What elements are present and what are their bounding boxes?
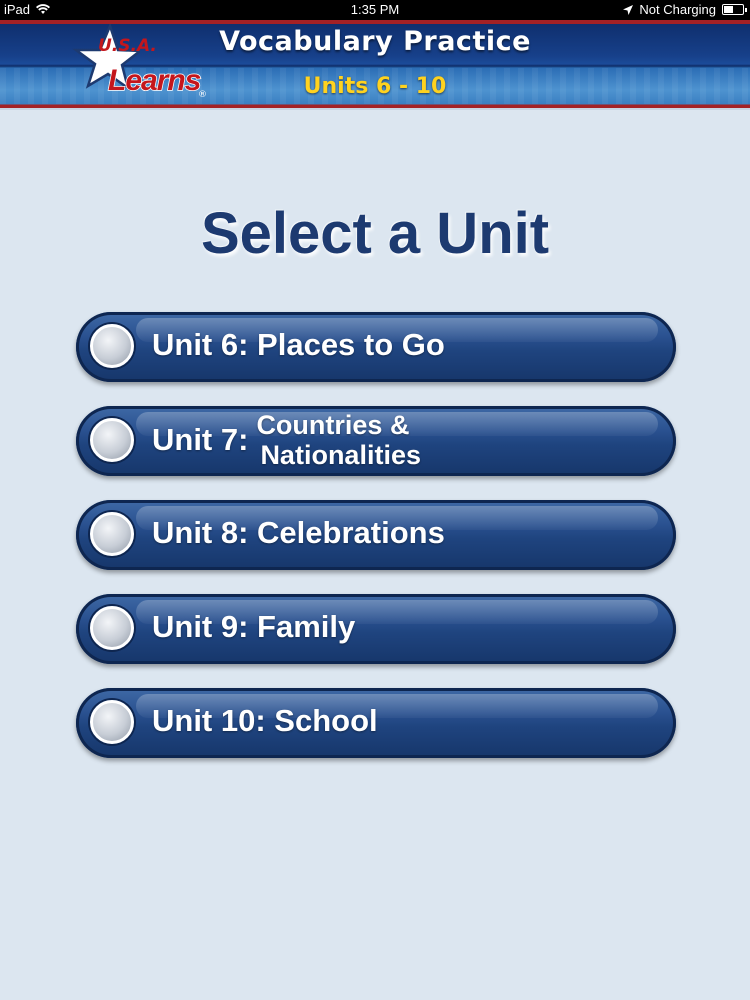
charging-status: Not Charging <box>639 2 716 17</box>
unit-6-button[interactable]: Unit 6: Places to Go <box>76 312 676 382</box>
radio-circle-icon <box>90 324 134 368</box>
radio-circle-icon <box>90 700 134 744</box>
unit-7-button[interactable]: Unit 7: Countries & Nationalities <box>76 406 676 476</box>
logo-registered-mark: ® <box>198 90 207 100</box>
unit-7-line-2: Nationalities <box>260 440 421 470</box>
battery-icon <box>722 4 747 15</box>
unit-8-label: Unit 8: Celebrations <box>152 515 445 550</box>
location-arrow-icon <box>623 4 634 15</box>
unit-7-line-1: Countries & <box>256 410 410 440</box>
logo-usa-text: U.S.A. <box>98 36 157 56</box>
unit-7-prefix: Unit 7: <box>152 422 249 457</box>
unit-10-button[interactable]: Unit 10: School <box>76 688 676 758</box>
status-bar: iPad 1:35 PM Not Charging <box>0 0 750 20</box>
radio-circle-icon <box>90 512 134 556</box>
radio-circle-icon <box>90 606 134 650</box>
page-title: Select a Unit <box>200 201 550 266</box>
unit-10-label: Unit 10: School <box>152 703 378 738</box>
unit-9-label: Unit 9: Family <box>152 609 356 644</box>
unit-6-label: Unit 6: Places to Go <box>152 327 445 362</box>
status-right: Not Charging <box>623 2 747 17</box>
logo-learns-text: Learns <box>107 63 202 98</box>
radio-circle-icon <box>90 418 134 462</box>
usa-learns-logo: U.S.A. Learns ® <box>70 24 215 106</box>
unit-8-button[interactable]: Unit 8: Celebrations <box>76 500 676 570</box>
unit-9-button[interactable]: Unit 9: Family <box>76 594 676 664</box>
unit-7-label: Unit 7: Countries & Nationalities <box>152 410 421 470</box>
